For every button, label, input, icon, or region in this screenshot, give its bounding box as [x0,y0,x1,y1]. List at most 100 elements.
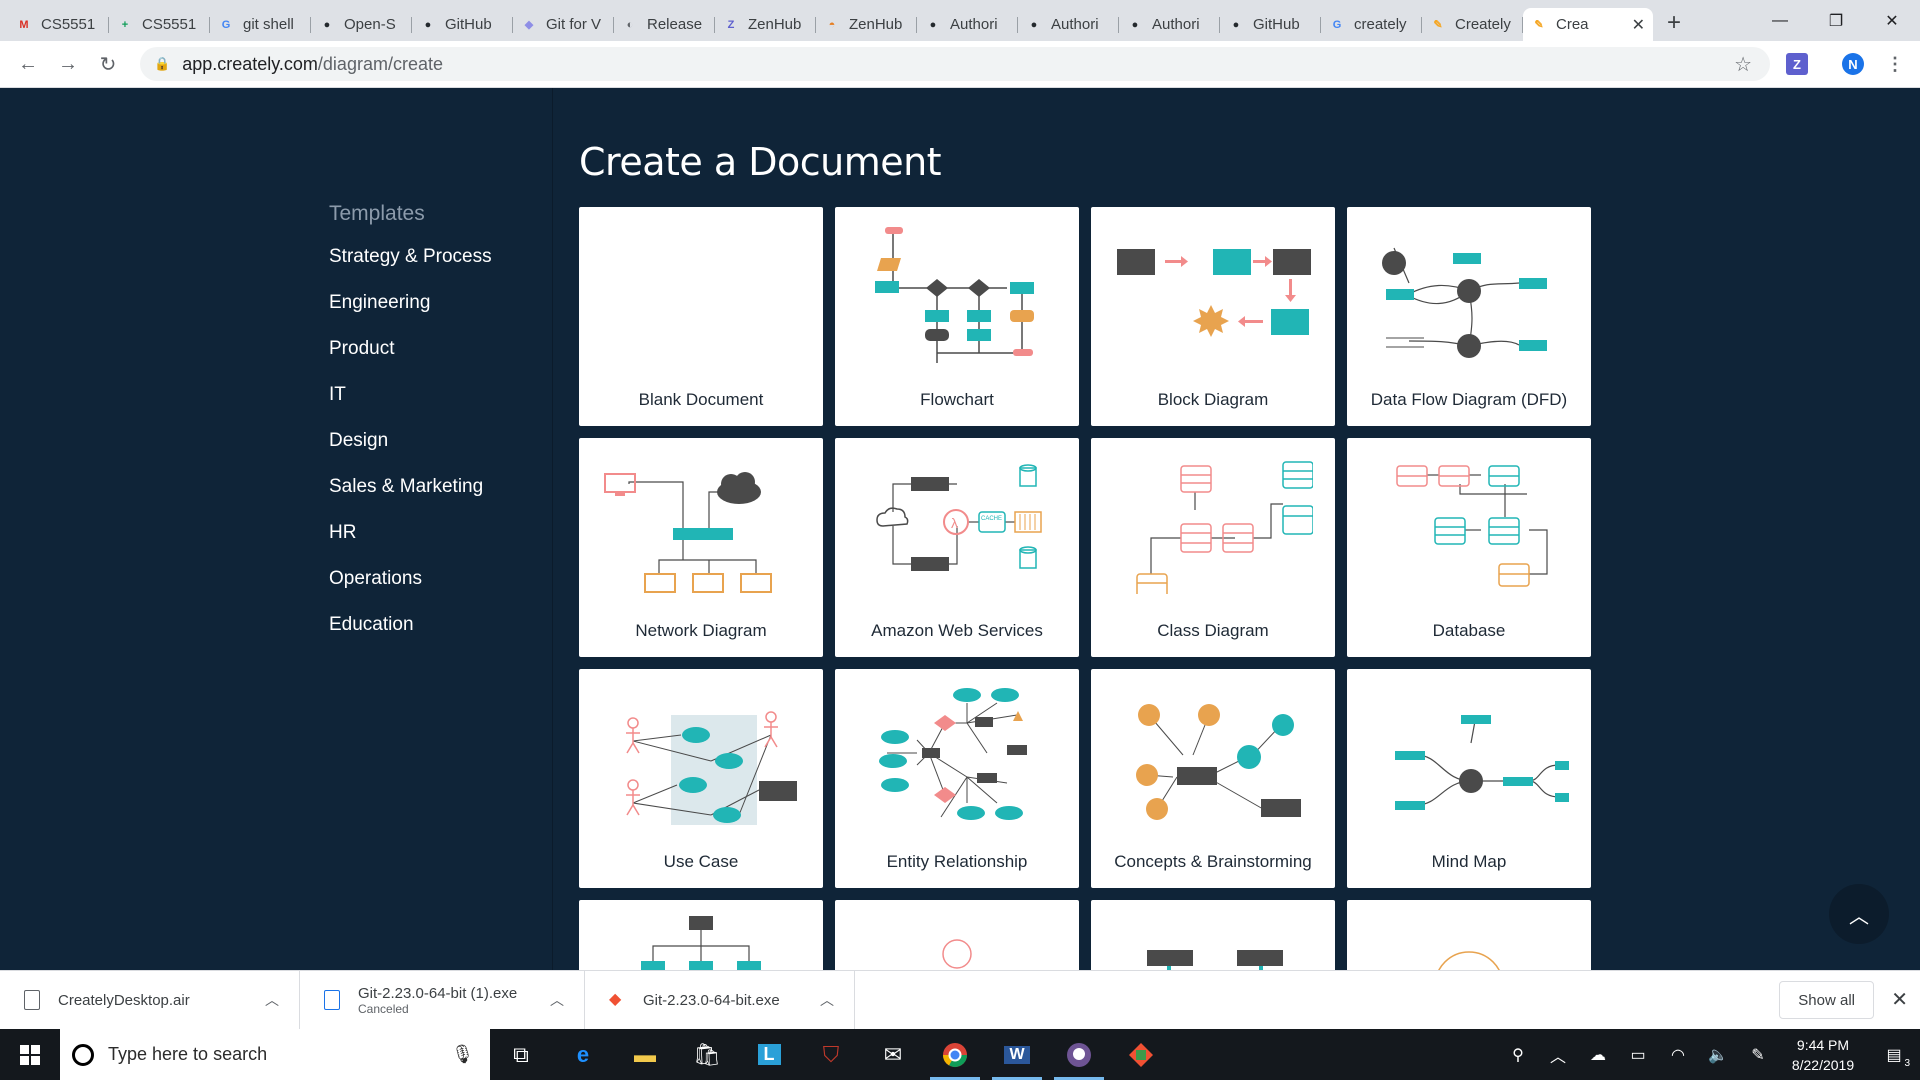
sidebar-category-item[interactable]: Operations [329,567,492,613]
sitemap-thumbnail [1147,950,1283,970]
chevron-up-icon[interactable]: ︿ [1538,1043,1578,1067]
edge-icon[interactable]: e [552,1029,614,1080]
browser-tab[interactable]: ● Authori [1119,8,1220,41]
browser-tab[interactable]: + CS5551 [109,8,210,41]
taskbar-search[interactable]: Type here to search 🎙 [60,1029,490,1080]
browser-tab[interactable]: ● Authori [1018,8,1119,41]
minimize-icon[interactable]: — [1752,0,1808,41]
battery-icon[interactable]: ▭ [1618,1045,1658,1065]
tab-title: ZenHub [849,16,903,33]
card-block-diagram[interactable]: Block Diagram [1091,207,1335,426]
forward-icon[interactable]: → [48,53,88,76]
sidebar-category-item[interactable]: Engineering [329,291,492,337]
github-icon: ● [1030,18,1038,31]
browser-tab[interactable]: Ggit shell [210,8,311,41]
lync-icon[interactable]: L [738,1029,800,1080]
bookmark-star-icon[interactable]: ☆ [1734,52,1752,77]
task-view-icon[interactable]: ⧉ [490,1029,552,1080]
card-class-diagram[interactable]: Class Diagram [1091,438,1335,657]
card-use-case[interactable]: Use Case [579,669,823,888]
new-tab-button[interactable]: + [1667,9,1681,37]
flowchart-thumbnail [875,227,1034,363]
browser-tab[interactable]: ● GitHub [412,8,513,41]
card-concepts-brainstorming[interactable]: Concepts & Brainstorming [1091,669,1335,888]
menu-kebab-icon[interactable]: ⋮ [1884,53,1906,75]
browser-tab[interactable]: ● Authori [917,8,1018,41]
download-item[interactable]: CreatelyDesktop.air ︿ [0,970,300,1030]
card-flowchart[interactable]: Flowchart [835,207,1079,426]
dfd-thumbnail [1382,247,1547,358]
browser-tab[interactable]: M CS5551 [8,8,109,41]
browser-tab-strip: M CS5551 + CS5551 Ggit shell ● Open-S ● GitHub ◆ G… [0,0,1920,41]
download-item[interactable]: Git-2.23.0-64-bit (1).exe Canceled ︿ [300,970,585,1030]
sidebar-divider [552,88,553,970]
close-tab-icon[interactable]: ✕ [1632,15,1645,35]
card-sitemap[interactable] [1091,900,1335,970]
card-genogram[interactable] [835,900,1079,970]
sidebar-category-item[interactable]: Design [329,429,492,475]
profile-avatar[interactable]: N [1842,53,1864,75]
card-venn-diagram[interactable] [1347,900,1591,970]
sidebar-category-item[interactable]: Education [329,613,492,659]
close-downloads-icon[interactable]: ✕ [1891,987,1908,1012]
card-blank-document[interactable]: Blank Document [579,207,823,426]
card-database[interactable]: Database [1347,438,1591,657]
browser-tab[interactable]: ◓ ZenHub [816,8,917,41]
store-icon[interactable]: 🛍 [676,1029,738,1080]
browser-tab[interactable]: ◆ Git for V [513,8,614,41]
card-entity-relationship[interactable]: Entity Relationship [835,669,1079,888]
card-amazon-web-services[interactable]: λ CACHE Amazon Web Services [835,438,1079,657]
git-gui-icon[interactable] [1110,1029,1172,1080]
mail-icon[interactable]: ✉ [862,1029,924,1080]
word-icon[interactable]: W [986,1029,1048,1080]
chevron-up-icon[interactable]: ︿ [550,990,564,1010]
browser-tab[interactable]: ◐ Release [614,8,715,41]
concepts-thumbnail [1136,704,1301,820]
people-icon[interactable]: ⚲ [1498,1045,1538,1065]
browser-tab[interactable]: Z ZenHub [715,8,816,41]
mcafee-icon[interactable]: ⛉ [800,1029,862,1080]
windows-start-icon[interactable] [0,1029,60,1080]
download-item[interactable]: ◆ Git-2.23.0-64-bit.exe ︿ [585,970,855,1030]
tab-active[interactable]: ✎ Crea ✕ [1523,8,1653,41]
browser-tab[interactable]: Gcreately [1321,8,1422,41]
chrome-icon[interactable] [924,1029,986,1080]
card-org-chart[interactable] [579,900,823,970]
sidebar-category-item[interactable]: Product [329,337,492,383]
close-window-icon[interactable]: ✕ [1864,0,1920,41]
sidebar-category-item[interactable]: Sales & Marketing [329,475,492,521]
onedrive-icon[interactable]: ☁ [1578,1045,1618,1065]
sidebar-category-item[interactable]: IT [329,383,492,429]
card-network-diagram[interactable]: Network Diagram [579,438,823,657]
search-placeholder: Type here to search [108,1044,268,1064]
tab-title: Open-S [344,16,396,33]
notifications-icon[interactable]: ▤ 3 [1868,1045,1920,1069]
exe-file-icon [324,990,340,1010]
browser-tab[interactable]: ● GitHub [1220,8,1321,41]
scroll-to-top-button[interactable]: ︿ [1829,884,1889,944]
address-bar[interactable]: 🔒 app.creately.com/diagram/create ☆ [140,47,1770,81]
wifi-icon[interactable]: ◠ [1658,1045,1698,1065]
file-explorer-icon[interactable]: ▬ [614,1029,676,1080]
clock[interactable]: 9:44 PM 8/22/2019 [1778,1035,1868,1075]
card-label: Blank Document [638,390,764,409]
show-all-downloads-button[interactable]: Show all [1779,981,1874,1019]
sidebar-category-item[interactable]: Strategy & Process [329,245,492,291]
github-icon: ● [929,18,937,31]
sidebar-category-item[interactable]: HR [329,521,492,567]
card-mind-map[interactable]: Mind Map [1347,669,1591,888]
git-icon: ◆ [609,991,622,1008]
chevron-up-icon[interactable]: ︿ [265,990,279,1010]
chevron-up-icon[interactable]: ︿ [820,990,834,1010]
card-data-flow-diagram[interactable]: Data Flow Diagram (DFD) [1347,207,1591,426]
github-desktop-icon[interactable] [1048,1029,1110,1080]
reload-icon[interactable]: ↻ [88,52,128,77]
restore-icon[interactable]: ❐ [1808,0,1864,41]
browser-tab[interactable]: ✎ Creately [1422,8,1523,41]
zenhub-extension-icon[interactable]: Z [1786,53,1808,75]
microphone-icon[interactable]: 🎙 [451,1044,474,1065]
browser-tab[interactable]: ● Open-S [311,8,412,41]
back-icon[interactable]: ← [8,53,48,76]
volume-icon[interactable]: 🔈 [1698,1045,1738,1065]
pen-icon[interactable]: ✎ [1738,1045,1778,1065]
